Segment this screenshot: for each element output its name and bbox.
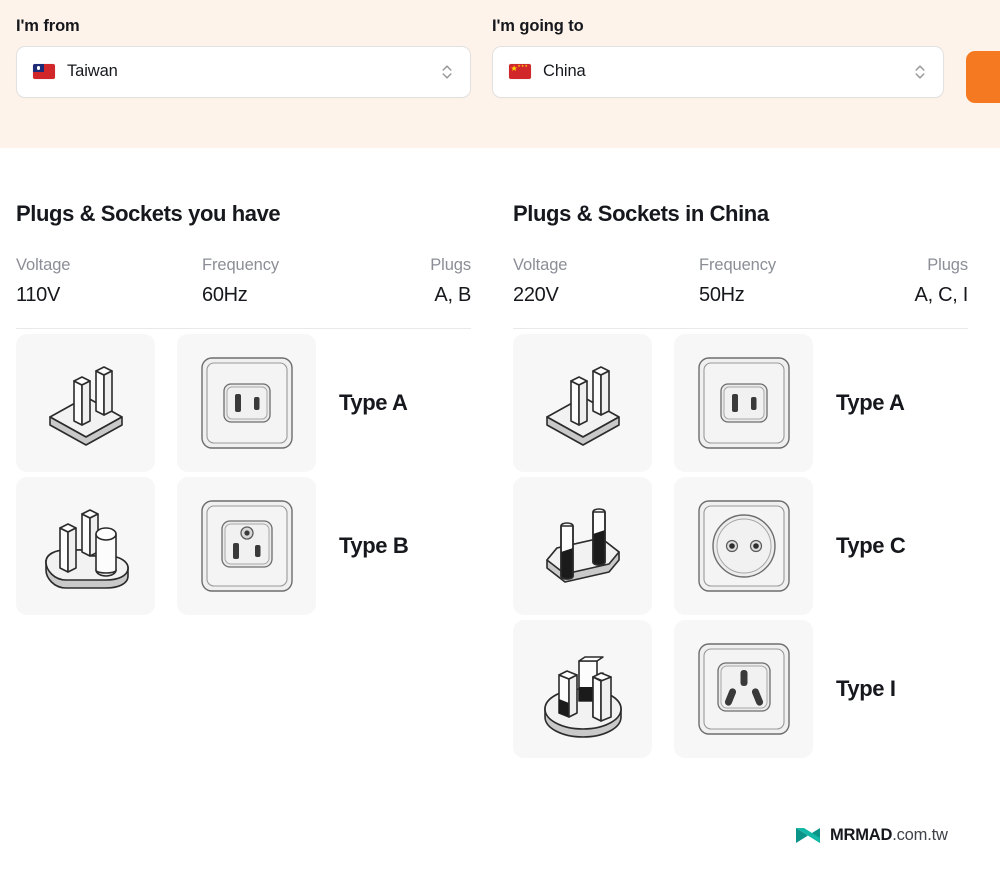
to-country-selector: I'm going to China <box>492 18 944 98</box>
plug-type-label: Type A <box>836 389 905 415</box>
plug-type-i-icon <box>513 619 652 758</box>
socket-type-c-icon <box>674 476 813 615</box>
plug-row: Type I <box>513 619 968 758</box>
plug-type-a-icon <box>16 333 155 472</box>
socket-type-a-icon <box>674 333 813 472</box>
plug-type-b-icon <box>16 476 155 615</box>
frequency-label: Frequency <box>202 256 280 274</box>
origin-divider <box>16 327 471 329</box>
voltage-label: Voltage <box>513 256 568 274</box>
frequency-value: 50Hz <box>699 283 745 306</box>
destination-divider <box>513 327 968 329</box>
to-label: I'm going to <box>492 17 584 35</box>
from-country-value: Taiwan <box>67 62 118 80</box>
plug-row: Type A <box>513 333 968 472</box>
plug-type-label: Type C <box>836 532 906 558</box>
frequency-value: 60Hz <box>202 283 248 306</box>
brand-tld: .com.tw <box>892 826 948 844</box>
destination-voltage-stat: Voltage 220V <box>513 257 699 305</box>
plugs-value: A, B <box>434 283 471 306</box>
from-country-dropdown[interactable]: Taiwan <box>16 45 471 98</box>
plugs-label: Plugs <box>430 256 471 274</box>
destination-panel-title: Plugs & Sockets in China <box>513 201 769 226</box>
socket-type-a-icon <box>177 333 316 472</box>
mrmad-logo-icon <box>795 826 821 845</box>
origin-frequency-stat: Frequency 60Hz <box>202 257 381 305</box>
frequency-label: Frequency <box>699 256 777 274</box>
origin-country-panel: Plugs & Sockets you have Voltage 110V Fr… <box>16 148 471 615</box>
plug-type-a-icon <box>513 333 652 472</box>
plug-row: Type A <box>16 333 471 472</box>
plug-type-label: Type I <box>836 675 896 701</box>
origin-plugs-stat: Plugs A, B <box>381 257 471 305</box>
from-country-selector: I'm from Taiwan <box>16 18 471 98</box>
flag-taiwan-icon <box>33 64 55 79</box>
destination-country-panel: Plugs & Sockets in China Voltage 220V Fr… <box>513 148 968 758</box>
chevron-up-down-icon[interactable] <box>440 62 454 82</box>
plug-type-c-icon <box>513 476 652 615</box>
plug-type-label: Type A <box>339 389 408 415</box>
socket-type-i-icon <box>674 619 813 758</box>
plugs-value: A, C, I <box>914 283 969 306</box>
to-country-dropdown[interactable]: China <box>492 45 944 98</box>
plugs-label: Plugs <box>927 256 968 274</box>
plug-row: Type C <box>513 476 968 615</box>
socket-type-b-icon <box>177 476 316 615</box>
search-submit-button[interactable] <box>966 51 1000 103</box>
voltage-value: 110V <box>16 283 61 306</box>
voltage-value: 220V <box>513 283 559 306</box>
plug-type-label: Type B <box>339 532 409 558</box>
voltage-label: Voltage <box>16 256 71 274</box>
brand-name: MRMAD <box>830 826 893 844</box>
plug-row: Type B <box>16 476 471 615</box>
site-watermark: MRMAD.com.tw <box>795 826 948 845</box>
country-selector-bar: I'm from Taiwan I'm going to China <box>0 0 1000 148</box>
destination-plugs-stat: Plugs A, C, I <box>878 256 969 306</box>
destination-frequency-stat: Frequency 50Hz <box>699 257 878 305</box>
origin-stats: Voltage 110V Frequency 60Hz Plugs A, B <box>16 257 471 305</box>
brand-text: MRMAD.com.tw <box>830 826 948 845</box>
to-country-value: China <box>543 62 586 80</box>
flag-china-icon <box>509 64 531 79</box>
destination-stats: Voltage 220V Frequency 50Hz Plugs A, C, … <box>513 257 968 305</box>
chevron-up-down-icon[interactable] <box>913 62 927 82</box>
origin-panel-title: Plugs & Sockets you have <box>16 201 281 226</box>
from-label: I'm from <box>16 17 80 35</box>
origin-voltage-stat: Voltage 110V <box>16 257 202 305</box>
